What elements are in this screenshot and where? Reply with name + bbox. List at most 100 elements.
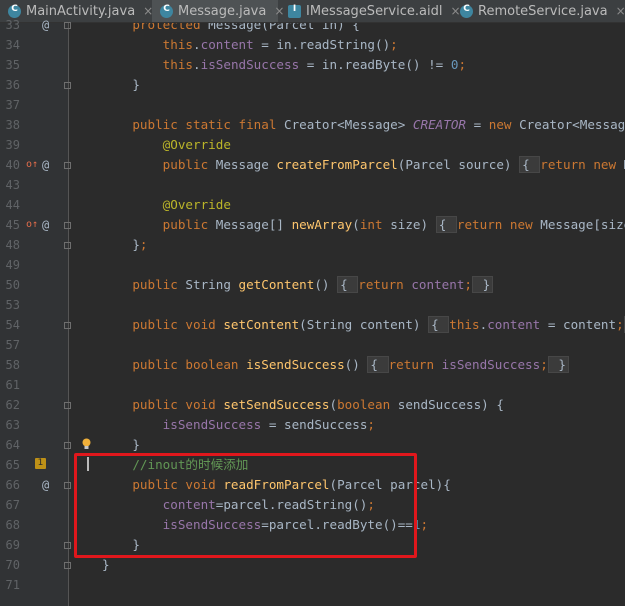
code-token: return [358,277,412,292]
line-number: 71 [5,578,20,592]
code-token: public [162,217,216,232]
line-number: 37 [5,98,20,112]
line-number: 48 [5,238,20,252]
code-line[interactable]: protected Message(Parcel in) { [102,23,360,35]
code-token: Message(Parcel in) { [208,23,360,32]
code-token: String [185,277,239,292]
code-token: } [102,437,140,452]
code-token: this [162,37,194,52]
code-token: public void [132,317,224,332]
line-number: 62 [5,398,20,412]
tab-label: Message.java [178,3,267,19]
override-arrow-icon[interactable]: o↑ [26,155,38,175]
aidl-file-icon [288,4,301,18]
line-number: 69 [5,538,20,552]
code-token: { [519,156,541,173]
code-line[interactable]: public Message createFromParcel(Parcel s… [102,155,625,175]
line-number: 49 [5,258,20,272]
annotation-icon[interactable]: @ [42,475,49,495]
line-number: 39 [5,138,20,152]
code-line[interactable]: public boolean isSendSuccess() { return … [102,355,569,375]
code-line[interactable]: } [102,435,140,455]
code-line[interactable]: this.content = in.readString(); [102,35,398,55]
tab-message-java[interactable]: Message.java× [152,0,284,22]
code-token: () [314,277,338,292]
code-token: setSendSuccess [223,397,330,412]
editor-tab-bar: MainActivity.java×Message.java×IMessageS… [0,0,625,23]
tab-imessageservice-aidl[interactable]: IMessageService.aidl× [280,0,461,22]
code-token: = in.readByte() != [299,57,451,72]
red-highlight-box [74,453,417,558]
code-line[interactable]: isSendSuccess = sendSuccess; [102,415,375,435]
code-token: isSendSuccess [441,357,541,372]
line-number: 36 [5,78,20,92]
line-number: 35 [5,58,20,72]
code-token: return new [540,157,624,172]
code-token: ; [390,37,398,52]
line-number: 33 [5,18,20,32]
line-number: 64 [5,438,20,452]
code-token: (String content) [299,317,429,332]
code-line[interactable]: public String getContent() { return cont… [102,275,494,295]
code-token: ; [139,237,148,252]
line-number: 34 [5,38,20,52]
line-number-gutter[interactable]: 33 @34 35 36 37 38 39 40 o↑ @43 44 45 o↑ @48 49 50 53 54 5… [0,18,71,606]
lightbulb-icon[interactable] [81,438,92,450]
code-token: createFromParcel [276,157,398,172]
override-arrow-icon[interactable]: o↑ [26,215,38,235]
code-line[interactable]: } [102,555,110,575]
code-token: sendSuccess) { [397,397,504,412]
java-class-icon [460,4,473,18]
code-token: () [344,357,368,372]
code-token: ; [616,317,624,332]
code-line[interactable]: public void setSendSuccess(boolean sendS… [102,395,504,415]
tab-remoteservice-java[interactable]: RemoteService.java × [452,0,625,22]
close-icon[interactable]: × [616,4,625,18]
code-line[interactable]: @Override [102,135,231,155]
annotation-icon[interactable]: @ [42,155,49,175]
code-line[interactable]: } [102,75,140,95]
java-class-icon [160,4,173,18]
code-token: isSendSuccess [246,357,345,372]
code-token: content [411,277,465,292]
code-line[interactable]: public static final Creator<Message> CRE… [102,115,625,135]
code-line[interactable]: @Override [102,195,231,215]
code-line[interactable]: public Message[] newArray(int size) { re… [102,215,625,235]
code-line[interactable]: }; [102,235,148,255]
code-token: . [193,57,201,72]
text-caret [87,457,89,471]
warning-badge[interactable]: 1 [35,458,46,469]
code-token: public [132,277,186,292]
code-token: @Override [162,197,231,212]
code-token: Creator<Message>() { [519,117,625,132]
code-token: getContent [238,277,315,292]
code-line[interactable]: public void setContent(String content) {… [102,315,625,335]
code-token: ; [458,57,467,72]
line-number: 70 [5,558,20,572]
annotation-icon[interactable]: @ [42,215,49,235]
code-token: public [162,157,216,172]
code-token: { [428,316,450,333]
code-token: { [337,276,359,293]
code-token: ( [352,217,360,232]
code-token: Creator<Message> [284,117,413,132]
code-token: int [359,217,391,232]
tab-mainactivity-java[interactable]: MainActivity.java× [0,0,153,22]
code-token: this [162,57,194,72]
code-token: ; [420,517,429,532]
code-token: = [465,117,489,132]
line-number: 66 [5,478,20,492]
code-token: } [102,557,110,572]
line-number: 53 [5,298,20,312]
code-token: Message[] [215,217,292,232]
code-token: setContent [223,317,300,332]
code-line[interactable]: this.isSendSuccess = in.readByte() != 0; [102,55,466,75]
annotation-icon[interactable]: @ [42,15,49,35]
code-token: } [102,237,140,252]
